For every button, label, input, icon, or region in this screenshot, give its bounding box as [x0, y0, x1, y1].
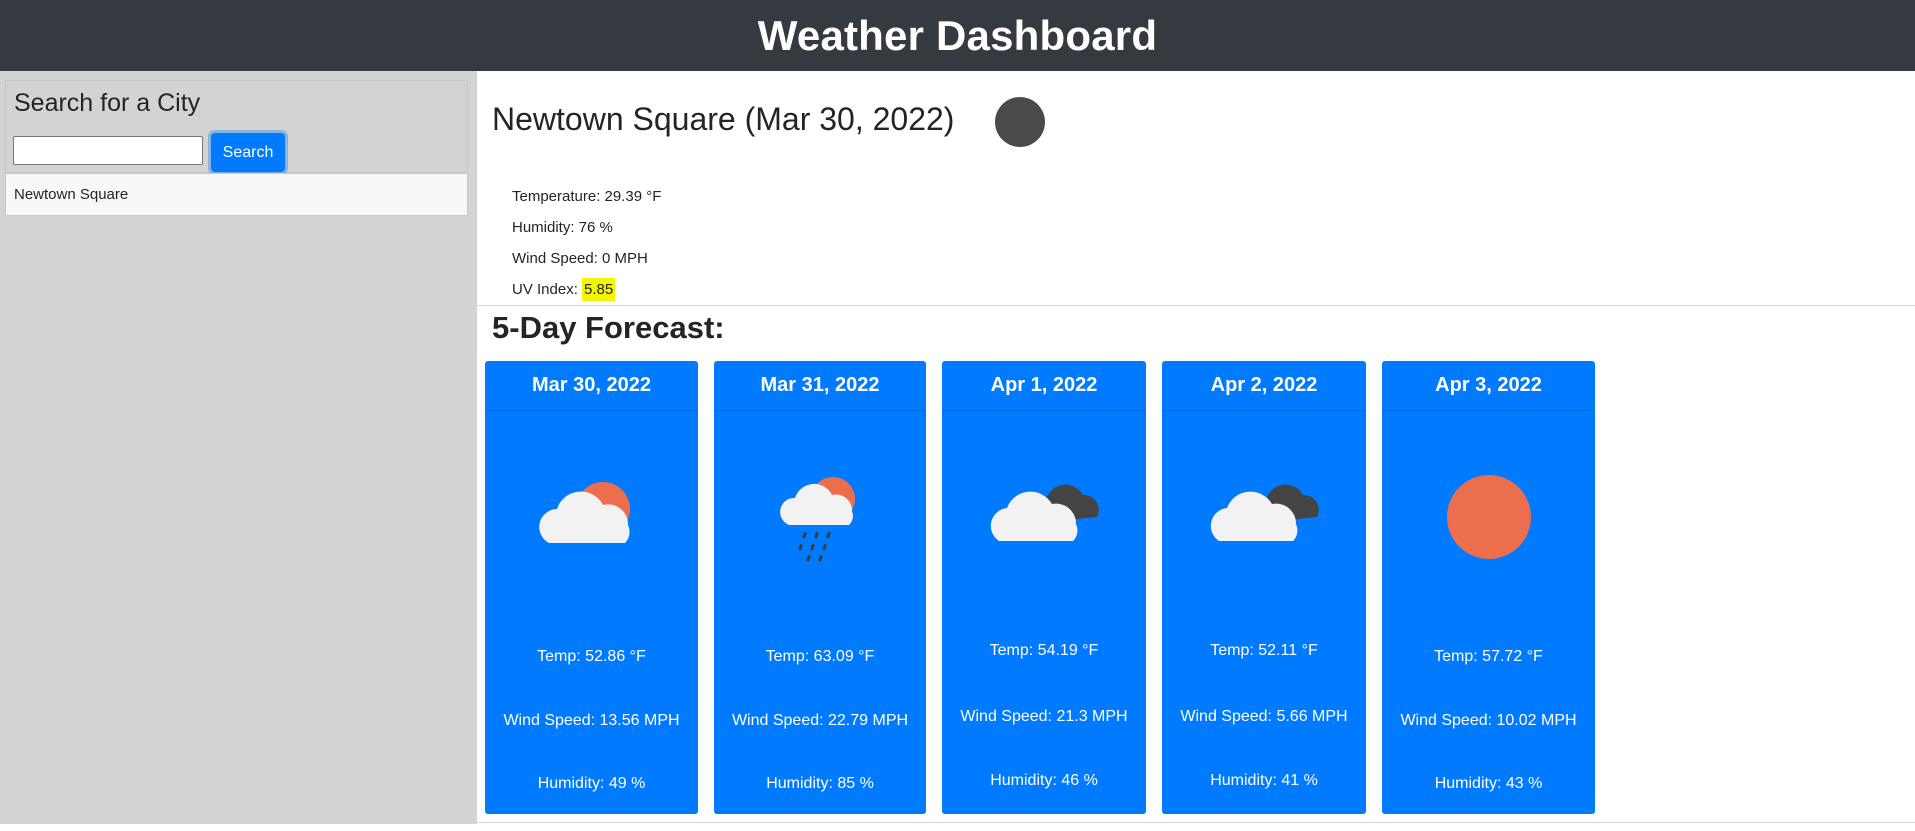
forecast-date: Apr 2, 2022 [1162, 361, 1366, 411]
forecast-humidity: Humidity: 46 % [990, 772, 1098, 789]
weather-icon-placeholder [995, 97, 1045, 147]
forecast-humidity: Humidity: 43 % [1434, 775, 1543, 792]
wind-speed-text: Wind Speed: 0 MPH [512, 250, 648, 267]
search-history-list: Newtown Square [5, 173, 468, 216]
forecast-temp: Temp: 52.11 °F [1210, 642, 1318, 659]
uv-index-label: UV Index: [512, 281, 583, 298]
forecast-wind: Wind Speed: 22.79 MPH [731, 712, 909, 729]
forecast-wind: Wind Speed: 5.66 MPH [1180, 708, 1348, 725]
uv-index-badge: 5.85 [582, 278, 616, 301]
forecast-card: Apr 3, 2022 Temp: 57.72 °F Wind Speed: 1… [1382, 361, 1595, 814]
current-stats: Temperature: 29.39 °F Humidity: 76 % Win… [512, 187, 661, 311]
forecast-date: Apr 3, 2022 [1382, 361, 1595, 411]
search-button[interactable]: Search [211, 133, 285, 172]
forecast-temp: Temp: 63.09 °F [765, 648, 875, 665]
broken-clouds-icon [942, 471, 1146, 571]
sidebar: Search for a City Search Newtown Square [0, 71, 477, 824]
current-city-title: Newtown Square (Mar 30, 2022) [492, 101, 955, 137]
broken-clouds-icon [1162, 471, 1366, 571]
city-search-input[interactable] [13, 136, 203, 165]
app-title: Weather Dashboard [757, 11, 1158, 59]
forecast-wind: Wind Speed: 13.56 MPH [503, 712, 680, 729]
forecast-card: Apr 1, 2022 Temp: 54.19 °F Wind Speed: 2… [942, 361, 1146, 814]
forecast-temp: Temp: 54.19 °F [989, 642, 1099, 659]
forecast-card: Apr 2, 2022 Temp: 52.11 °F Wind Speed: 5… [1162, 361, 1366, 814]
forecast-humidity: Humidity: 41 % [1210, 772, 1318, 789]
bottom-divider [477, 822, 1915, 823]
humidity-text: Humidity: 76 % [512, 219, 613, 236]
forecast-card: Mar 31, 2022 Temp: 63.09 °F Wind Speed: … [714, 361, 926, 814]
app-header: Weather Dashboard [0, 0, 1915, 71]
forecast-date: Mar 30, 2022 [485, 361, 698, 411]
search-panel: Search for a City Search [5, 80, 468, 173]
current-weather-panel: Newtown Square (Mar 30, 2022) Temperatur… [477, 71, 1915, 306]
forecast-humidity: Humidity: 85 % [766, 775, 874, 792]
search-heading: Search for a City [14, 89, 201, 117]
partly-cloudy-sun-icon [485, 471, 698, 571]
forecast-wind: Wind Speed: 10.02 MPH [1400, 712, 1577, 729]
rain-cloud-sun-icon [714, 471, 926, 571]
temperature-text: Temperature: 29.39 °F [512, 188, 662, 205]
forecast-title: 5-Day Forecast: [492, 310, 725, 345]
forecast-wind: Wind Speed: 21.3 MPH [960, 708, 1128, 725]
forecast-card: Mar 30, 2022 Temp: 52.86 °F Wind Speed: … [485, 361, 698, 814]
forecast-date: Apr 1, 2022 [942, 361, 1146, 411]
forecast-humidity: Humidity: 49 % [537, 775, 646, 792]
forecast-date: Mar 31, 2022 [714, 361, 926, 411]
history-item[interactable]: Newtown Square [5, 173, 468, 216]
forecast-temp: Temp: 57.72 °F [1434, 648, 1543, 665]
forecast-temp: Temp: 52.86 °F [537, 648, 646, 665]
uv-index-row: UV Index: 5.85 [512, 278, 661, 311]
sun-icon [1382, 471, 1595, 571]
